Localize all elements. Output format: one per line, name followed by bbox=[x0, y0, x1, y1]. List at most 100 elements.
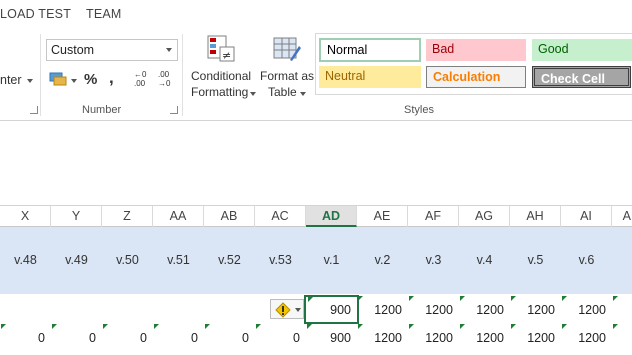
error-indicator-icon bbox=[562, 324, 567, 329]
group-separator bbox=[40, 34, 41, 116]
merge-center-label[interactable]: nter bbox=[0, 73, 22, 87]
table-cell[interactable]: 1200 bbox=[357, 296, 408, 323]
merge-center-caret-icon[interactable] bbox=[27, 79, 33, 83]
error-indicator-icon bbox=[52, 324, 57, 329]
format-as-table-icon bbox=[273, 37, 301, 61]
error-indicator-icon bbox=[613, 296, 618, 301]
format-as-table-button[interactable]: Format as Table bbox=[258, 32, 314, 102]
error-indicator-icon bbox=[154, 324, 159, 329]
decrease-decimal-bottom: →0 bbox=[158, 79, 171, 88]
column-header-aj[interactable]: A bbox=[612, 206, 632, 227]
style-bad[interactable]: Bad bbox=[426, 39, 526, 61]
table-cell[interactable]: 900 bbox=[306, 324, 357, 351]
table-cell[interactable]: 1200 bbox=[459, 296, 510, 323]
chevron-down-icon bbox=[295, 308, 301, 312]
group-separator bbox=[182, 34, 183, 116]
accounting-caret-icon[interactable] bbox=[71, 79, 77, 83]
number-format-dropdown[interactable]: Custom bbox=[46, 39, 178, 61]
increase-decimal-bottom: .00 bbox=[134, 79, 146, 88]
error-indicator-icon bbox=[256, 324, 261, 329]
column-header-ah[interactable]: AH bbox=[510, 206, 561, 227]
table-cell[interactable]: 0 bbox=[0, 324, 51, 351]
alignment-launcher-icon[interactable] bbox=[30, 106, 38, 114]
column-header-y[interactable]: Y bbox=[51, 206, 102, 227]
column-header-z[interactable]: Z bbox=[102, 206, 153, 227]
header-cell[interactable]: v.48 bbox=[0, 227, 51, 294]
header-cell[interactable]: v.53 bbox=[255, 227, 306, 294]
percent-style-button[interactable]: % bbox=[84, 71, 97, 88]
accounting-format-button[interactable] bbox=[49, 71, 69, 87]
header-cell[interactable]: v.52 bbox=[204, 227, 255, 294]
style-calculation[interactable]: Calculation bbox=[426, 66, 526, 88]
error-indicator-icon bbox=[1, 324, 6, 329]
warning-icon bbox=[275, 302, 291, 318]
error-indicator-icon bbox=[409, 296, 414, 301]
version-header-row: v.48 v.49 v.50 v.51 v.52 v.53 v.1 v.2 v.… bbox=[0, 227, 632, 294]
style-good[interactable]: Good bbox=[532, 39, 632, 61]
error-indicator-icon bbox=[511, 296, 516, 301]
column-header-ab[interactable]: AB bbox=[204, 206, 255, 227]
error-indicator-icon bbox=[103, 324, 108, 329]
header-cell[interactable]: v.1 bbox=[306, 227, 357, 294]
tab-team[interactable]: TEAM bbox=[86, 7, 122, 21]
table-cell[interactable]: 0 bbox=[102, 324, 153, 351]
error-indicator-icon bbox=[460, 296, 465, 301]
header-cell[interactable]: v.6 bbox=[561, 227, 612, 294]
conditional-formatting-button[interactable]: ≠ Conditional Formatting bbox=[188, 32, 256, 102]
error-indicator-icon bbox=[358, 324, 363, 329]
header-cell[interactable]: v.3 bbox=[408, 227, 459, 294]
table-cell[interactable]: 1200 bbox=[357, 324, 408, 351]
column-header-aa[interactable]: AA bbox=[153, 206, 204, 227]
table-row: 0 0 0 0 0 0 900 1200 1200 1200 1200 1200 bbox=[0, 324, 632, 351]
header-cell[interactable]: v.50 bbox=[102, 227, 153, 294]
table-cell[interactable]: 1200 bbox=[510, 296, 561, 323]
cell-styles-gallery: Normal Bad Good Neutral Calculation Chec… bbox=[315, 33, 632, 95]
style-normal[interactable]: Normal bbox=[319, 38, 421, 62]
table-cell[interactable]: 1200 bbox=[561, 296, 612, 323]
table-cell[interactable]: 0 bbox=[153, 324, 204, 351]
table-cell[interactable]: 0 bbox=[204, 324, 255, 351]
error-indicator-icon bbox=[205, 324, 210, 329]
table-cell[interactable]: 1200 bbox=[459, 324, 510, 351]
error-indicator-icon bbox=[613, 324, 618, 329]
column-headers: X Y Z AA AB AC AD AE AF AG AH AI A bbox=[0, 205, 632, 227]
table-cell[interactable]: 1200 bbox=[408, 324, 459, 351]
number-format-value: Custom bbox=[51, 43, 95, 57]
increase-decimal-button[interactable]: ←0 .00 bbox=[134, 70, 152, 90]
error-indicator-icon bbox=[308, 297, 313, 302]
table-cell[interactable]: 1200 bbox=[561, 324, 612, 351]
column-header-ac[interactable]: AC bbox=[255, 206, 306, 227]
column-header-af[interactable]: AF bbox=[408, 206, 459, 227]
decrease-decimal-top: .00 bbox=[158, 70, 170, 79]
header-cell[interactable]: v.4 bbox=[459, 227, 510, 294]
style-neutral[interactable]: Neutral bbox=[319, 66, 421, 88]
comma-style-button[interactable]: , bbox=[109, 68, 114, 88]
column-header-x[interactable]: X bbox=[0, 206, 51, 227]
table-cell[interactable]: 0 bbox=[51, 324, 102, 351]
table-cell[interactable]: 1200 bbox=[510, 324, 561, 351]
table-cell[interactable]: 0 bbox=[255, 324, 306, 351]
ribbon: nter Custom % , ←0 .00 .00 →0 Number ≠ C… bbox=[0, 30, 632, 121]
number-group-label: Number bbox=[82, 104, 122, 116]
column-header-ai[interactable]: AI bbox=[561, 206, 612, 227]
style-check-cell[interactable]: Check Cell bbox=[532, 66, 631, 88]
header-cell[interactable]: v.49 bbox=[51, 227, 102, 294]
currency-icon bbox=[49, 72, 67, 86]
error-indicator-icon bbox=[460, 324, 465, 329]
column-header-ag[interactable]: AG bbox=[459, 206, 510, 227]
error-options-button[interactable] bbox=[270, 299, 304, 319]
column-header-ae[interactable]: AE bbox=[357, 206, 408, 227]
sheet-blank-area bbox=[0, 121, 632, 205]
error-indicator-icon bbox=[511, 324, 516, 329]
column-header-ad[interactable]: AD bbox=[306, 206, 357, 227]
increase-decimal-top: ←0 bbox=[134, 70, 147, 79]
header-cell[interactable]: v.51 bbox=[153, 227, 204, 294]
header-cell[interactable]: v.2 bbox=[357, 227, 408, 294]
decrease-decimal-button[interactable]: .00 →0 bbox=[158, 70, 176, 90]
header-cell[interactable]: v.5 bbox=[510, 227, 561, 294]
table-cell[interactable]: 1200 bbox=[408, 296, 459, 323]
conditional-formatting-line2: Formatting bbox=[191, 85, 249, 99]
tab-load-test[interactable]: LOAD TEST bbox=[0, 7, 71, 21]
number-launcher-icon[interactable] bbox=[170, 106, 178, 114]
conditional-formatting-line1: Conditional bbox=[191, 69, 252, 83]
